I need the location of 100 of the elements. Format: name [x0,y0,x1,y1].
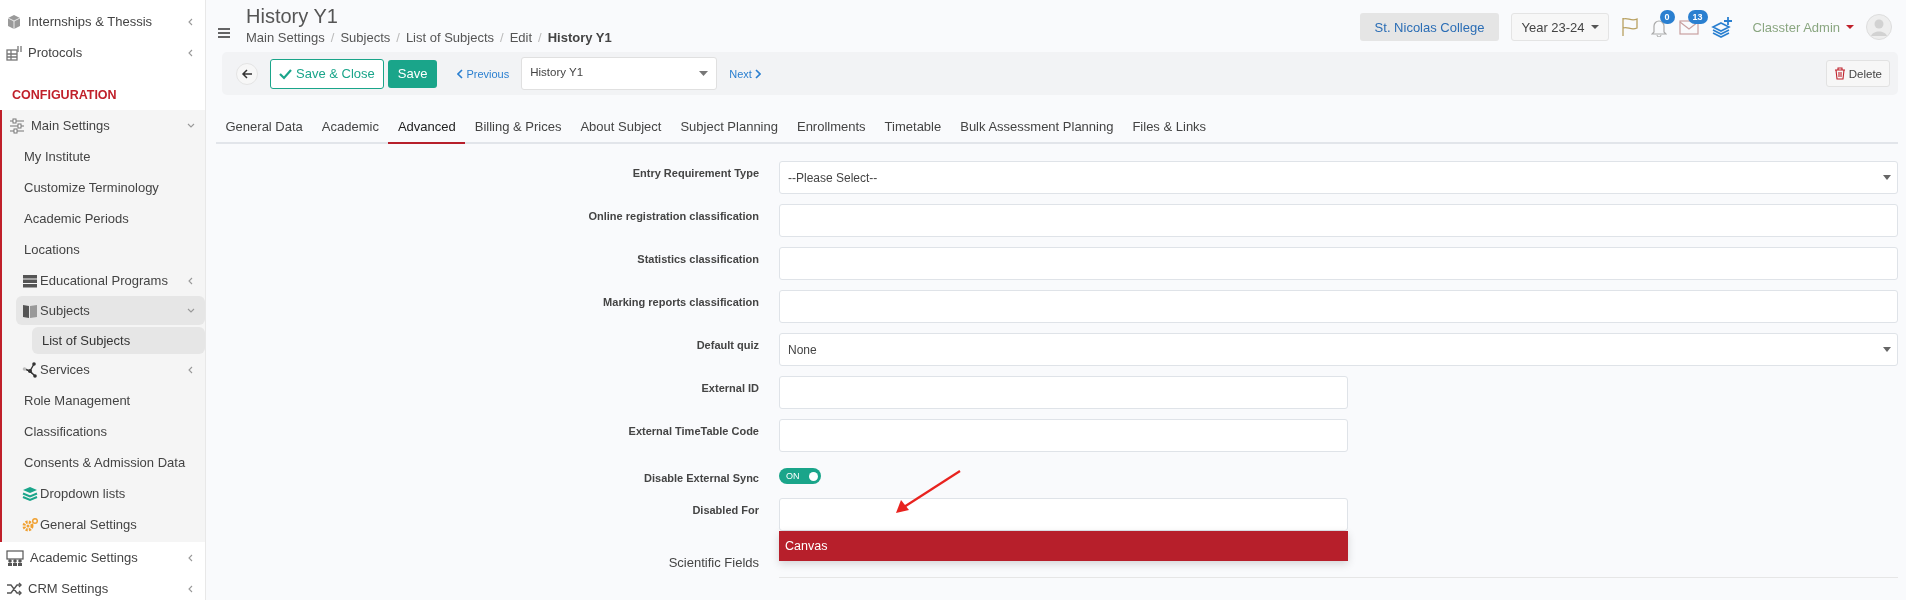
sidebar-item[interactable]: Protocols [0,37,205,68]
avatar-icon[interactable] [1866,14,1892,40]
caret-icon [1883,347,1891,352]
delete-button[interactable]: Delete [1825,60,1890,87]
bell-icon[interactable] [1650,17,1667,37]
sliders-icon [9,117,25,134]
sidebar-item[interactable]: Academic Periods [2,203,205,234]
network-icon [22,361,38,378]
field-label: External ID [700,381,759,394]
previous-link[interactable]: Previous [449,67,518,80]
breadcrumb-separator: / [330,30,335,45]
chevron-left-icon [187,584,195,593]
breadcrumb-separator: / [396,30,400,45]
college-button[interactable]: St. Nicolas College [1359,13,1500,41]
chevron-left-icon [187,48,195,57]
caret-icon [1846,25,1854,29]
count-badge: 0 [1659,9,1675,24]
book-icon [22,302,38,319]
tab[interactable]: Subject Planning [670,111,788,144]
field-label: Scientific Fields [667,554,759,570]
shuffle-icon [6,580,22,597]
next-link[interactable]: Next [721,67,769,80]
tab[interactable]: Files & Links [1122,111,1216,144]
dropdown-field[interactable]: --Please Select-- [779,161,1898,194]
field-label: Marking reports classification [602,295,759,308]
record-dropdown[interactable]: History Y1 [521,57,718,90]
sidebar-item[interactable]: CRM Settings [0,573,205,600]
sidebar-item[interactable]: General Settings [2,509,205,540]
sidebar-item[interactable]: Educational Programs [2,265,205,296]
sidebar-item[interactable]: Role Management [2,385,205,416]
sidebar-item[interactable]: Locations [2,234,205,265]
layers-icon [22,485,38,502]
input-field[interactable] [779,204,1898,237]
year-dropdown[interactable]: Year 23-24 [1511,13,1609,41]
field-label: External TimeTable Code [627,424,759,437]
sidebar-item[interactable]: Classifications [2,416,205,447]
input-field[interactable] [779,290,1898,323]
trash-icon [1833,67,1846,80]
caret-icon [1883,175,1891,180]
layers-plus-icon[interactable] [1710,16,1733,38]
tab[interactable]: Timetable [875,111,951,144]
page-title: History Y1 [246,4,339,28]
sidebar-item[interactable]: Internships & Thessis [0,6,205,37]
gears-icon [22,516,38,533]
chevron-left-icon [187,276,195,285]
field-label: Default quiz [695,338,759,351]
back-button[interactable] [236,62,258,85]
sidebar-item[interactable]: Services [2,354,205,385]
chevron-down-icon [187,306,195,315]
chevron-left-icon [187,365,195,374]
field-label: Statistics classification [636,252,759,265]
breadcrumb-link[interactable]: Subjects [340,30,391,45]
chevron-right-icon [754,68,761,79]
tab[interactable]: Billing & Prices [465,111,571,144]
field-label: Online registration classification [587,209,759,222]
envelope-icon[interactable] [1678,18,1699,36]
field-label: Entry Requirement Type [631,166,759,179]
check-icon [279,67,292,80]
arrow-left-icon [241,67,253,80]
tab[interactable]: Bulk Assessment Planning [950,111,1123,144]
cabinet-icon [6,44,22,61]
flag-icon[interactable] [1620,17,1639,37]
classroom-icon [6,549,24,566]
sidebar-item[interactable]: List of Subjects [32,327,205,354]
chevron-down-icon [187,121,195,130]
dropdown-option[interactable]: Canvas [779,531,1348,561]
breadcrumb-separator: / [538,30,542,45]
input-field[interactable] [779,247,1898,280]
menu-icon[interactable] [218,27,230,38]
tab[interactable]: General Data [216,111,313,144]
sidebar-item[interactable]: Consents & Admission Data [2,447,205,478]
sidebar-item[interactable]: Dropdown lists [2,478,205,509]
tab[interactable]: Academic [312,111,389,144]
caret-icon [1590,25,1599,29]
chevron-left-icon [187,553,195,562]
sidebar-item[interactable]: Academic Settings [0,542,205,573]
section-heading: CONFIGURATION [11,87,118,104]
tab[interactable]: Enrollments [787,111,876,144]
sidebar-item[interactable]: My Institute [2,141,205,172]
chevron-left-icon [457,68,464,79]
sidebar-item[interactable]: Customize Terminology [2,172,205,203]
server-icon [22,272,38,289]
caret-icon [699,71,709,76]
tab[interactable]: About Subject [570,111,671,144]
input-field[interactable] [779,419,1348,452]
breadcrumb-link[interactable]: Edit [509,30,533,45]
chevron-left-icon [187,17,195,26]
tab[interactable]: Advanced [388,111,466,144]
count-badge: 13 [1687,10,1708,24]
cube-icon [6,13,22,30]
breadcrumb-separator: / [500,30,504,45]
breadcrumb-link[interactable]: Main Settings [246,30,325,45]
field-label: Disabled For [691,503,759,516]
breadcrumb-link[interactable]: List of Subjects [405,30,495,45]
multiselect-field[interactable] [779,498,1348,531]
input-field[interactable] [779,376,1348,409]
field-label: Disable External Sync [643,471,759,484]
dropdown-field[interactable]: None [779,333,1898,366]
sidebar-item[interactable]: Main Settings [2,110,205,141]
sidebar-item[interactable]: Subjects [16,296,205,325]
